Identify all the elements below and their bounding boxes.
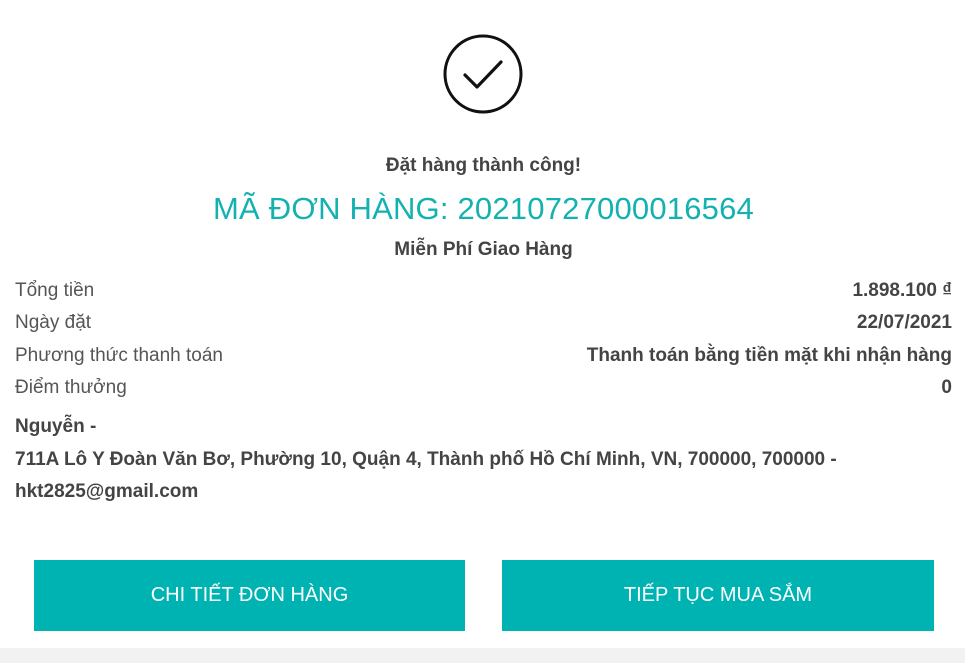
customer-email: hkt2825@gmail.com xyxy=(15,481,199,502)
order-code: MÃ ĐƠN HÀNG: 20210727000016564 xyxy=(213,191,754,226)
total-value: 1.898.100 ₫ xyxy=(852,280,952,301)
reward-points-value: 0 xyxy=(941,377,952,398)
total-row: Tổng tiền 1.898.100 ₫ xyxy=(15,279,952,303)
payment-method-row: Phương thức thanh toán Thanh toán bằng t… xyxy=(15,344,952,368)
total-label: Tổng tiền xyxy=(15,280,95,301)
continue-shopping-button[interactable]: TIẾP TỤC MUA SẮM xyxy=(502,560,934,631)
order-detail-button[interactable]: CHI TIẾT ĐƠN HÀNG xyxy=(34,560,465,631)
payment-method-value: Thanh toán bằng tiền mặt khi nhận hàng xyxy=(586,345,952,366)
check-circle-icon xyxy=(443,34,523,114)
customer-name: Nguyễn - xyxy=(15,416,97,437)
success-message: Đặt hàng thành công! xyxy=(385,155,582,176)
order-date-value: 22/07/2021 xyxy=(856,312,952,333)
customer-address: 711A Lô Y Đoàn Văn Bơ, Phường 10, Quận 4… xyxy=(15,449,837,470)
reward-points-label: Điểm thưởng xyxy=(15,377,127,398)
footer-divider xyxy=(0,648,965,663)
shipping-note: Miễn Phí Giao Hàng xyxy=(394,239,573,260)
reward-points-row: Điểm thưởng 0 xyxy=(15,376,952,400)
order-date-row: Ngày đặt 22/07/2021 xyxy=(15,311,952,335)
order-date-label: Ngày đặt xyxy=(15,312,92,333)
payment-method-label: Phương thức thanh toán xyxy=(15,345,223,366)
